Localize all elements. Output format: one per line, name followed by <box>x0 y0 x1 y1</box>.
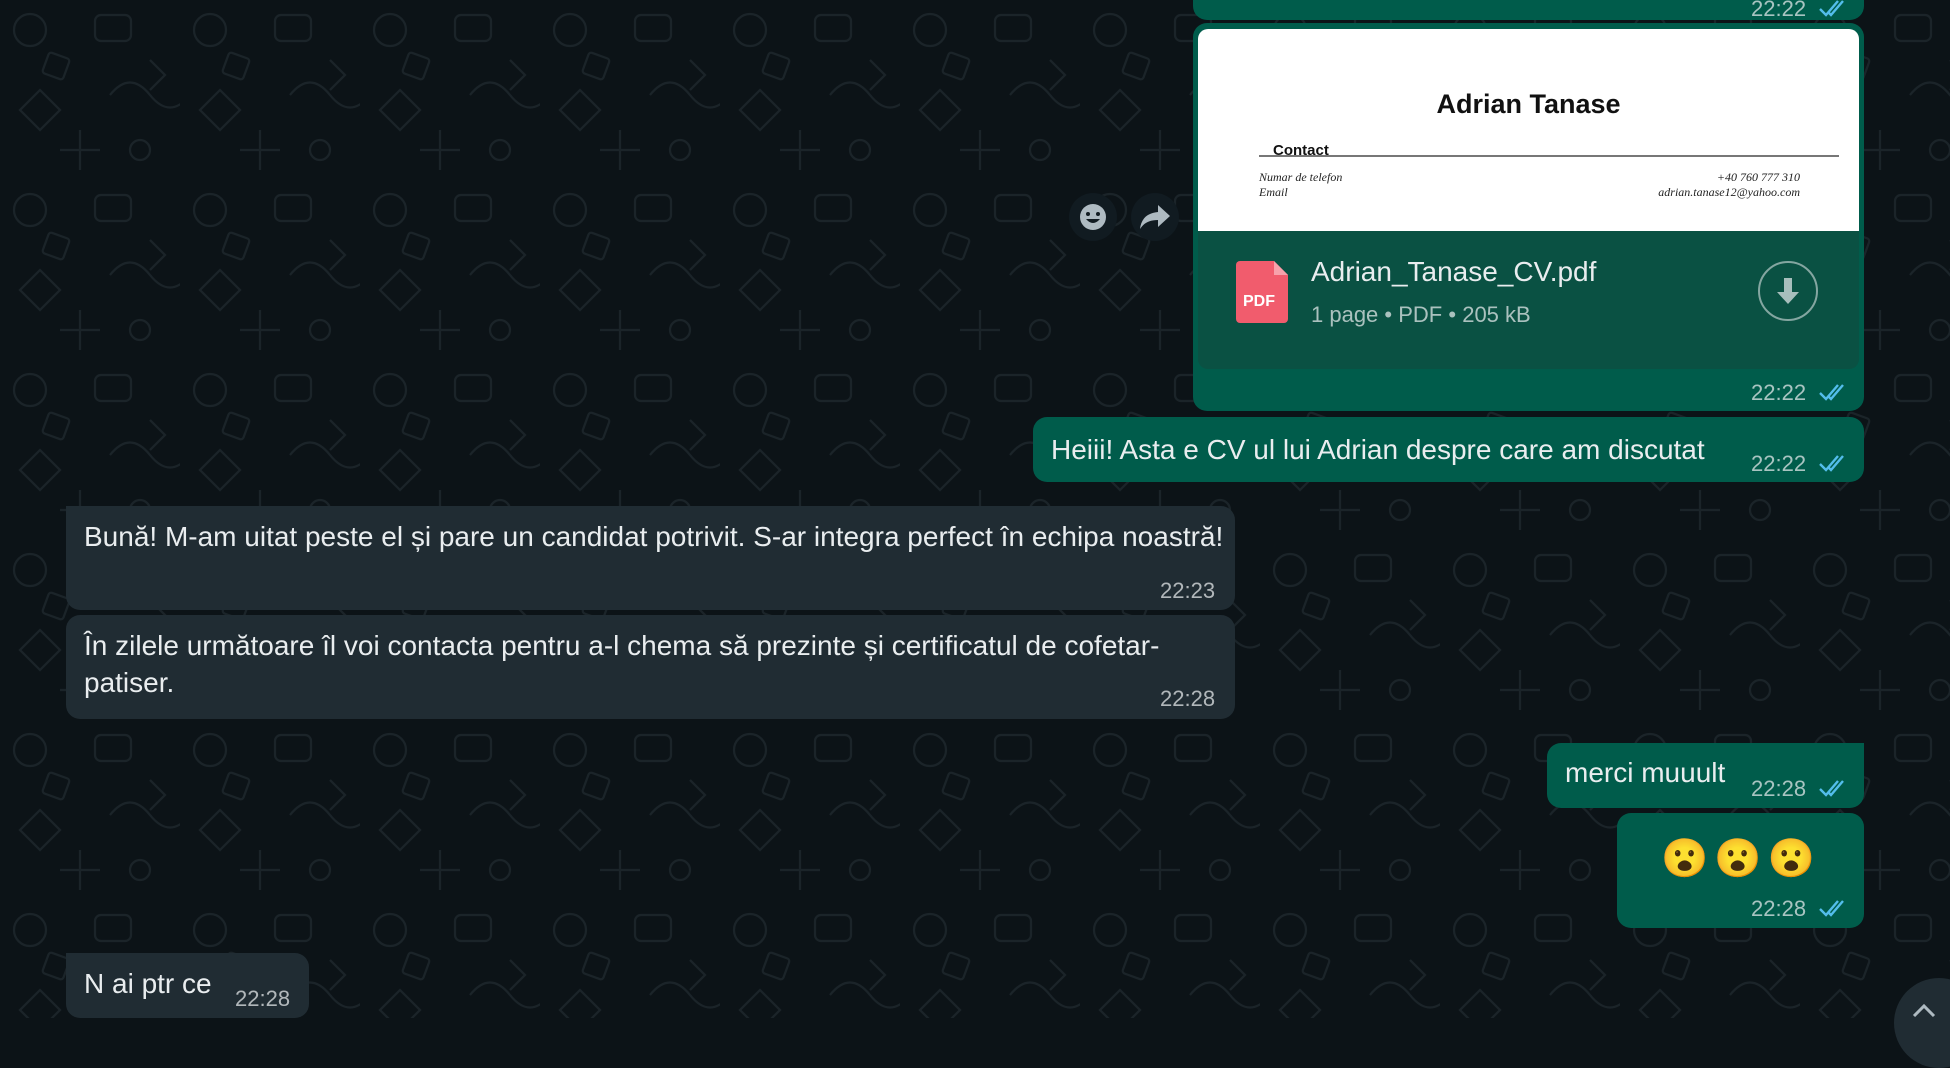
message-bubble[interactable]: merci muuult 22:28 <box>1547 743 1864 808</box>
meta-separator: • <box>1384 302 1399 327</box>
message-bubble[interactable]: Heiii! Asta e CV ul lui Adrian despre ca… <box>1033 417 1864 482</box>
message-time: 22:22 <box>1751 0 1807 21</box>
pdf-file-icon <box>1236 261 1288 323</box>
message-text: Heiii! Asta e CV ul lui Adrian despre ca… <box>1051 434 1705 465</box>
meta-separator: • <box>1448 302 1463 327</box>
message-text: N ai ptr ce <box>84 968 212 999</box>
cv-divider <box>1259 155 1839 157</box>
read-ticks-icon <box>1819 455 1844 472</box>
message-text: merci muuult <box>1565 757 1726 788</box>
document-preview[interactable]: Adrian Tanase Contact Numar de telefon E… <box>1198 29 1859 231</box>
document-type: PDF <box>1398 302 1443 327</box>
message-time: 22:28 <box>235 986 291 1011</box>
chevron-down-icon <box>1912 1003 1936 1018</box>
message-time: 22:22 <box>1751 451 1807 476</box>
document-size: 205 kB <box>1462 302 1531 327</box>
download-icon <box>1777 278 1799 304</box>
message-time: 22:23 <box>1160 578 1216 603</box>
message-bubble-partial[interactable]: 22:22 <box>1193 0 1864 21</box>
read-ticks-icon <box>1819 0 1844 17</box>
read-ticks-icon <box>1819 900 1844 917</box>
message-time: 22:28 <box>1160 686 1216 711</box>
react-button[interactable] <box>1069 193 1117 241</box>
document-file-name: Adrian_Tanase_CV.pdf <box>1311 256 1597 287</box>
message-bubble[interactable]: Bună! M-am uitat peste el și pare un can… <box>66 506 1235 610</box>
message-bubble[interactable]: 😮😮😮 22:28 <box>1617 813 1864 928</box>
cv-email-label: Email <box>1259 185 1288 199</box>
forward-icon <box>1140 205 1170 229</box>
cv-name: Adrian Tanase <box>1436 89 1621 119</box>
message-bubble[interactable]: N ai ptr ce 22:28 <box>66 953 309 1018</box>
forward-button[interactable] <box>1131 193 1179 241</box>
message-time: 22:22 <box>1751 380 1807 405</box>
document-message[interactable]: Adrian Tanase Contact Numar de telefon E… <box>1193 23 1864 411</box>
message-time: 22:28 <box>1751 776 1807 801</box>
document-info[interactable]: PDF Adrian_Tanase_CV.pdf 1 page • PDF • … <box>1198 231 1859 369</box>
document-pages: 1 page <box>1311 302 1379 327</box>
message-bubble[interactable]: În zilele următoare îl voi contacta pent… <box>66 615 1235 719</box>
pdf-icon-label: PDF <box>1243 293 1275 310</box>
emoji-smile-icon <box>1080 204 1106 230</box>
download-button[interactable] <box>1758 261 1818 321</box>
message-text: Bună! M-am uitat peste el și pare un can… <box>84 521 1224 552</box>
document-meta: 1 page • PDF • 205 kB <box>1311 302 1531 328</box>
cv-phone-label: Numar de telefon <box>1259 170 1343 184</box>
message-text: În zilele următoare îl voi contacta pent… <box>84 630 1160 698</box>
cv-email-value: adrian.tanase12@yahoo.com <box>1658 185 1800 199</box>
read-ticks-icon <box>1819 384 1844 401</box>
read-ticks-icon <box>1819 780 1844 797</box>
message-emoji: 😮😮😮 <box>1661 838 1821 880</box>
cv-phone-value: +40 760 777 310 <box>1716 170 1800 184</box>
message-time: 22:28 <box>1751 896 1807 921</box>
